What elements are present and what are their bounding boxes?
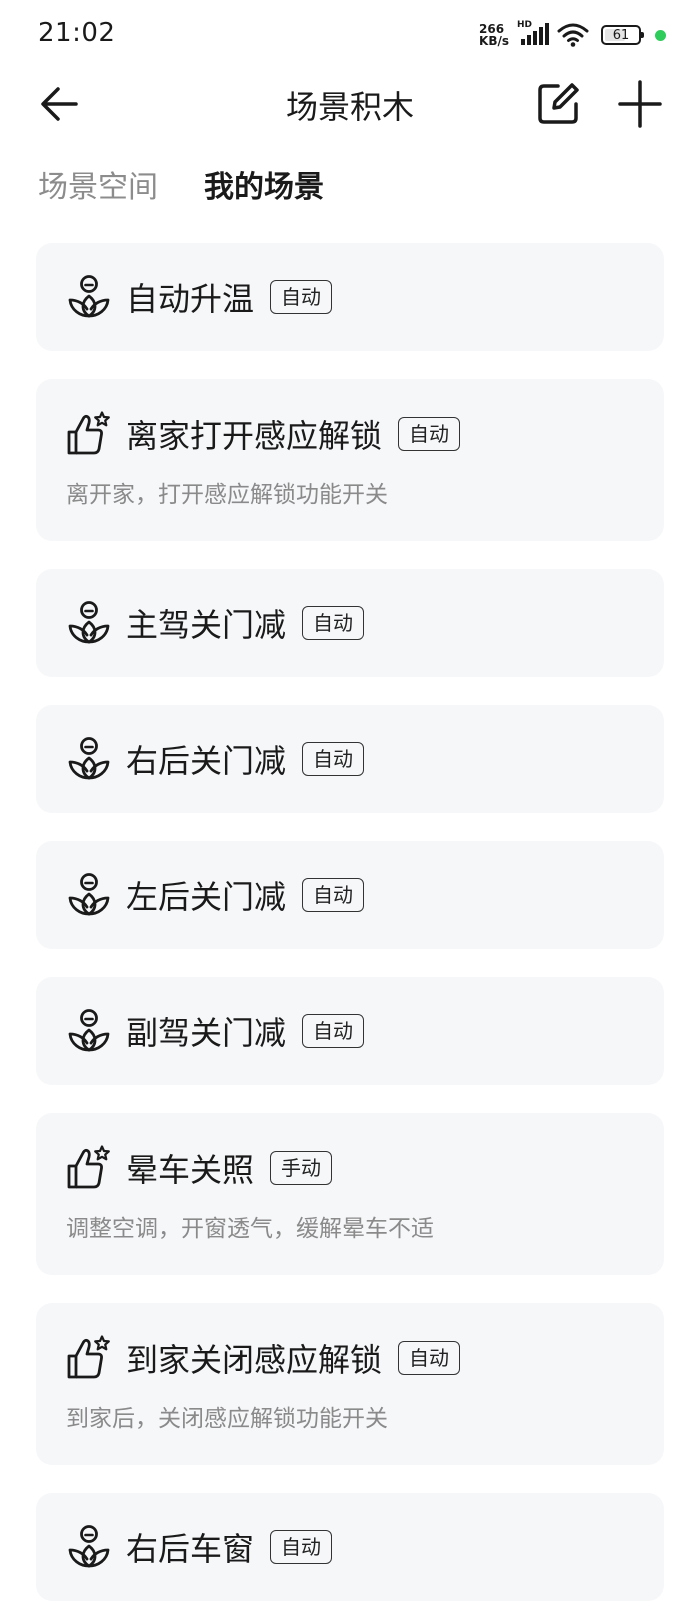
battery-icon: 61 (601, 25, 644, 45)
scene-card[interactable]: 副驾关门减 自动 (36, 977, 664, 1085)
hd-label: HD (517, 20, 533, 30)
scene-card[interactable]: 到家关闭感应解锁 自动 到家后，关闭感应解锁功能开关 (36, 1303, 664, 1465)
scene-card[interactable]: 右后关门减 自动 (36, 705, 664, 813)
lotus-icon (68, 1525, 110, 1568)
scene-card[interactable]: 左后关门减 自动 (36, 841, 664, 949)
scene-type-badge: 自动 (302, 878, 365, 912)
lotus-icon (68, 275, 110, 318)
scene-type-badge: 自动 (302, 606, 365, 640)
scene-description: 到家后，关闭感应解锁功能开关 (66, 1406, 388, 1432)
scene-list: 自动升温 自动 离家打开感应解锁 自动 离开家，打开感应解锁功能开关 主驾关门减… (36, 243, 664, 1601)
scene-title: 离家打开感应解锁 (126, 417, 383, 455)
scene-title: 到家关闭感应解锁 (126, 1341, 383, 1379)
status-time: 21:02 (38, 18, 116, 48)
scene-title: 右后车窗 (126, 1530, 255, 1568)
cellular-signal-icon: HD (517, 20, 551, 48)
status-icons: 266 KB/s HD 61 (479, 20, 666, 50)
wifi-icon (557, 23, 589, 47)
scene-type-badge: 自动 (398, 417, 461, 451)
scene-title: 主驾关门减 (126, 606, 287, 644)
battery-level: 61 (612, 27, 630, 43)
scene-card[interactable]: 离家打开感应解锁 自动 离开家，打开感应解锁功能开关 (36, 379, 664, 541)
thumbs-up-star-icon (67, 411, 110, 455)
scene-card[interactable]: 主驾关门减 自动 (36, 569, 664, 677)
scene-title: 右后关门减 (126, 742, 287, 780)
scene-type-badge: 自动 (302, 1014, 365, 1048)
scene-card[interactable]: 右后车窗 自动 (36, 1493, 664, 1601)
scene-description: 离开家，打开感应解锁功能开关 (66, 482, 388, 508)
network-speed: 266 KB/s (479, 23, 509, 47)
scene-card[interactable]: 晕车关照 手动 调整空调，开窗透气，缓解晕车不适 (36, 1113, 664, 1275)
scene-type-badge: 手动 (270, 1151, 333, 1185)
thumbs-up-star-icon (67, 1335, 110, 1379)
tab-scene-space[interactable]: 场景空间 (38, 162, 158, 206)
scene-type-badge: 自动 (302, 742, 365, 776)
scene-title: 晕车关照 (126, 1151, 255, 1189)
tab-my-scenes[interactable]: 我的场景 (204, 162, 324, 206)
plus-icon[interactable] (614, 78, 666, 130)
page-title: 场景积木 (285, 88, 414, 126)
top-app-bar: 场景积木 (0, 70, 700, 136)
scene-title: 副驾关门减 (126, 1014, 287, 1052)
scene-type-badge: 自动 (398, 1341, 461, 1375)
lotus-icon (68, 601, 110, 644)
scene-type-badge: 自动 (270, 280, 333, 314)
status-bar: 21:02 266 KB/s HD 61 (0, 0, 700, 70)
scene-type-badge: 自动 (270, 1530, 333, 1564)
lotus-icon (68, 1009, 110, 1052)
lotus-icon (68, 737, 110, 780)
network-speed-unit: KB/s (479, 34, 509, 48)
thumbs-up-star-icon (67, 1145, 110, 1189)
scene-title: 左后关门减 (126, 878, 287, 916)
tab-bar: 场景空间 我的场景 (38, 162, 324, 206)
status-dot-icon (655, 29, 666, 41)
scene-title: 自动升温 (126, 280, 255, 318)
edit-icon[interactable] (534, 80, 582, 128)
scene-card[interactable]: 自动升温 自动 (36, 243, 664, 351)
scene-description: 调整空调，开窗透气，缓解晕车不适 (66, 1216, 434, 1242)
lotus-icon (68, 873, 110, 916)
